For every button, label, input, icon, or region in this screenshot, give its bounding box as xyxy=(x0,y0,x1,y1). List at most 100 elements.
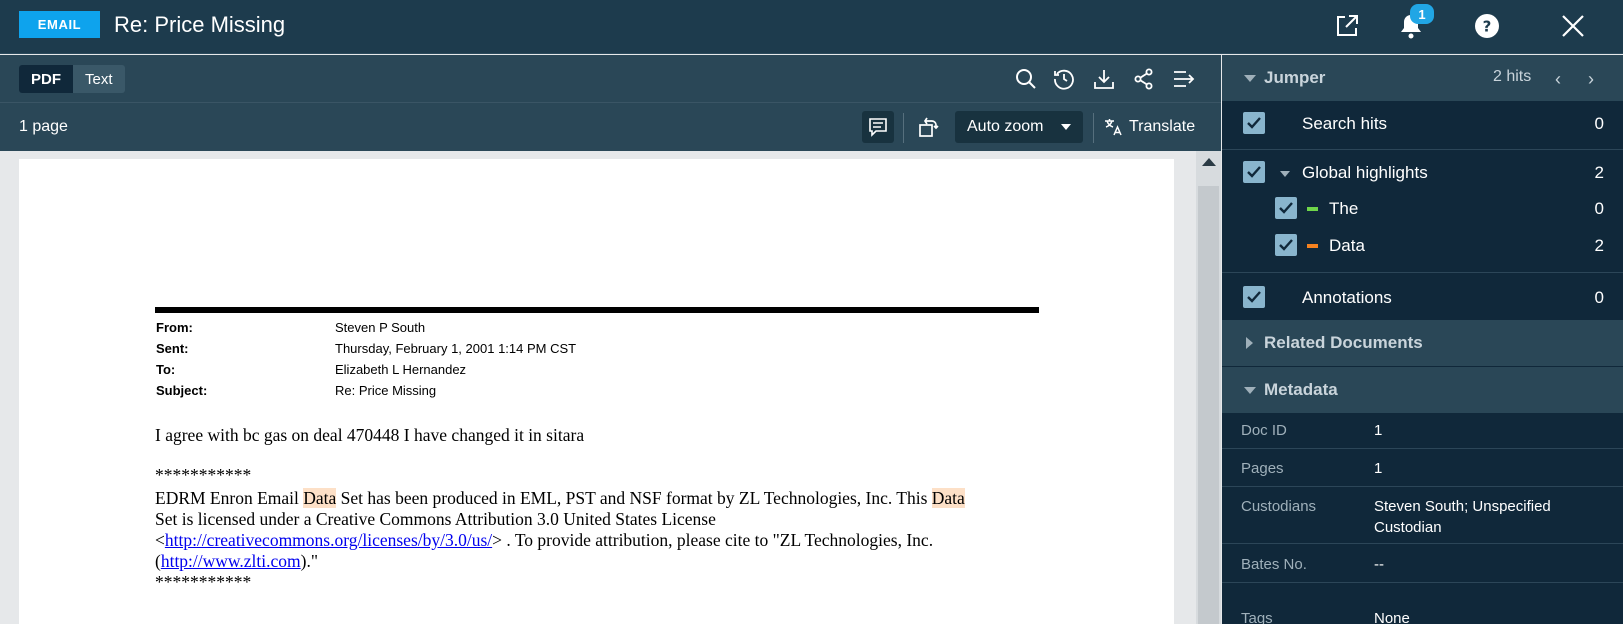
metadata-value-tags: None xyxy=(1374,610,1410,624)
collapse-triangle-icon xyxy=(1244,75,1256,82)
zoom-select[interactable]: Auto zoom xyxy=(955,111,1083,143)
document-title: Re: Price Missing xyxy=(114,12,286,37)
annotations-checkbox[interactable] xyxy=(1243,286,1265,308)
panel-divider xyxy=(1222,582,1623,583)
expand-triangle-icon xyxy=(1246,337,1253,349)
filter-count-search-hits: 0 xyxy=(1594,114,1604,133)
search-hits-checkbox[interactable] xyxy=(1243,112,1265,134)
metadata-section-header[interactable]: Metadata xyxy=(1222,367,1623,413)
chevron-down-icon xyxy=(1061,124,1071,130)
metadata-label-bates-no: Bates No. xyxy=(1241,556,1307,573)
disclaimer-line: (http://www.zlti.com)." xyxy=(155,551,319,571)
toolbar-divider xyxy=(903,113,904,143)
pdf-page: From: Steven P South Sent: Thursday, Feb… xyxy=(19,159,1174,624)
filter-label-annotations: Annotations xyxy=(1302,288,1392,307)
jumper-hits-count: 2 hits xyxy=(1493,68,1532,85)
filter-count-global-highlights: 2 xyxy=(1594,163,1604,182)
notification-count-badge: 1 xyxy=(1410,4,1434,24)
panel-divider xyxy=(1222,448,1623,449)
creative-commons-link[interactable]: http://creativecommons.org/licenses/by/3… xyxy=(165,530,492,550)
view-pdf-tab[interactable]: PDF xyxy=(19,65,73,93)
annotation-comment-button[interactable] xyxy=(862,111,894,143)
metadata-value-doc-id: 1 xyxy=(1374,422,1383,439)
next-hit-icon[interactable]: › xyxy=(1588,69,1594,90)
highlight-the-checkbox[interactable] xyxy=(1275,197,1297,219)
filter-label-search-hits: Search hits xyxy=(1302,114,1388,133)
rotate-icon xyxy=(919,117,939,137)
open-external-icon[interactable] xyxy=(1332,11,1362,41)
related-documents-title: Related Documents xyxy=(1264,333,1423,352)
translate-button[interactable]: Translate xyxy=(1103,111,1195,143)
previous-hit-icon[interactable]: ‹ xyxy=(1555,69,1561,90)
rotate-page-button[interactable] xyxy=(913,111,943,143)
right-side-panel: Jumper 2 hits ‹ › Search hits 0 Global h… xyxy=(1222,55,1623,624)
jumper-section-header[interactable]: Jumper 2 hits ‹ › xyxy=(1222,55,1623,101)
viewer-toolbar: PDF Text xyxy=(0,55,1221,103)
panel-divider xyxy=(1222,543,1623,544)
zlti-link[interactable]: http://www.zlti.com xyxy=(161,551,301,571)
toolbar-divider xyxy=(1093,113,1094,143)
green-swatch-icon xyxy=(1307,207,1318,211)
translate-icon xyxy=(1105,119,1122,136)
history-icon[interactable] xyxy=(1050,65,1078,93)
metadata-label-pages: Pages xyxy=(1241,460,1284,477)
related-documents-section-header[interactable]: Related Documents xyxy=(1222,320,1623,366)
view-mode-toggle: PDF Text xyxy=(19,65,125,93)
filter-count-annotations: 0 xyxy=(1594,288,1604,307)
share-icon[interactable] xyxy=(1130,65,1158,93)
disclaimer-line: Set is licensed under a Creative Commons… xyxy=(155,509,716,529)
metadata-value-bates-no: -- xyxy=(1374,556,1384,573)
metadata-value-pages: 1 xyxy=(1374,460,1383,477)
collapse-triangle-icon xyxy=(1244,387,1256,394)
page-controls-bar: 1 page Auto zoom Translate xyxy=(0,103,1221,151)
zoom-select-value: Auto zoom xyxy=(967,118,1044,135)
header-value-to: Elizabeth L Hernandez xyxy=(335,362,467,377)
global-highlights-checkbox[interactable] xyxy=(1243,161,1265,183)
help-icon[interactable]: ? xyxy=(1472,11,1502,41)
filter-label-data: Data xyxy=(1329,236,1365,255)
comment-icon xyxy=(869,118,887,137)
highlight-data: Data xyxy=(303,488,337,508)
app-header: EMAIL Re: Price Missing 1 ? xyxy=(0,0,1623,54)
expand-triangle-icon[interactable] xyxy=(1280,171,1290,177)
close-icon[interactable] xyxy=(1558,11,1588,41)
email-body-line: I agree with bc gas on deal 470448 I hav… xyxy=(155,425,585,445)
document-viewer[interactable]: From: Steven P South Sent: Thursday, Feb… xyxy=(0,151,1221,624)
translate-label: Translate xyxy=(1129,118,1196,135)
orange-swatch-icon xyxy=(1307,244,1318,248)
filter-count-data: 2 xyxy=(1594,236,1604,255)
document-type-badge: EMAIL xyxy=(19,11,100,38)
disclaimer-line: EDRM Enron Email Data Set has been produ… xyxy=(155,488,965,508)
filter-label-global-highlights: Global highlights xyxy=(1302,163,1428,182)
header-value-subject: Re: Price Missing xyxy=(335,383,437,398)
header-label-sent: Sent: xyxy=(156,341,189,356)
highlight-data-checkbox[interactable] xyxy=(1275,234,1297,256)
metadata-label-custodians: Custodians xyxy=(1241,498,1317,515)
search-icon[interactable] xyxy=(1012,65,1040,93)
collapse-panel-icon[interactable] xyxy=(1170,65,1198,93)
metadata-value-custodians: Steven South; Unspecified Custodian xyxy=(1374,498,1551,536)
viewer-scrollbar[interactable] xyxy=(1196,151,1221,624)
jumper-title: Jumper xyxy=(1264,68,1326,87)
panel-divider xyxy=(1222,486,1623,487)
header-rule xyxy=(155,307,1039,313)
metadata-label-tags: Tags xyxy=(1241,610,1273,624)
separator-stars: *********** xyxy=(155,465,252,485)
panel-divider xyxy=(1222,272,1623,273)
download-icon[interactable] xyxy=(1090,65,1118,93)
view-text-tab[interactable]: Text xyxy=(73,65,125,93)
header-label-subject: Subject: xyxy=(156,383,208,398)
header-label-to: To: xyxy=(156,362,176,377)
disclaimer-line: <http://creativecommons.org/licenses/by/… xyxy=(155,530,934,550)
scrollbar-thumb[interactable] xyxy=(1198,186,1219,624)
scroll-up-arrow-icon[interactable] xyxy=(1202,158,1216,166)
separator-stars: *********** xyxy=(155,572,252,592)
header-label-from: From: xyxy=(156,320,193,335)
header-value-sent: Thursday, February 1, 2001 1:14 PM CST xyxy=(335,341,577,356)
highlight-data: Data xyxy=(931,488,965,508)
svg-text:?: ? xyxy=(1483,18,1492,36)
header-value-from: Steven P South xyxy=(335,320,426,335)
page-count: 1 page xyxy=(19,118,68,135)
metadata-label-doc-id: Doc ID xyxy=(1241,422,1287,439)
filter-count-the: 0 xyxy=(1594,199,1604,218)
